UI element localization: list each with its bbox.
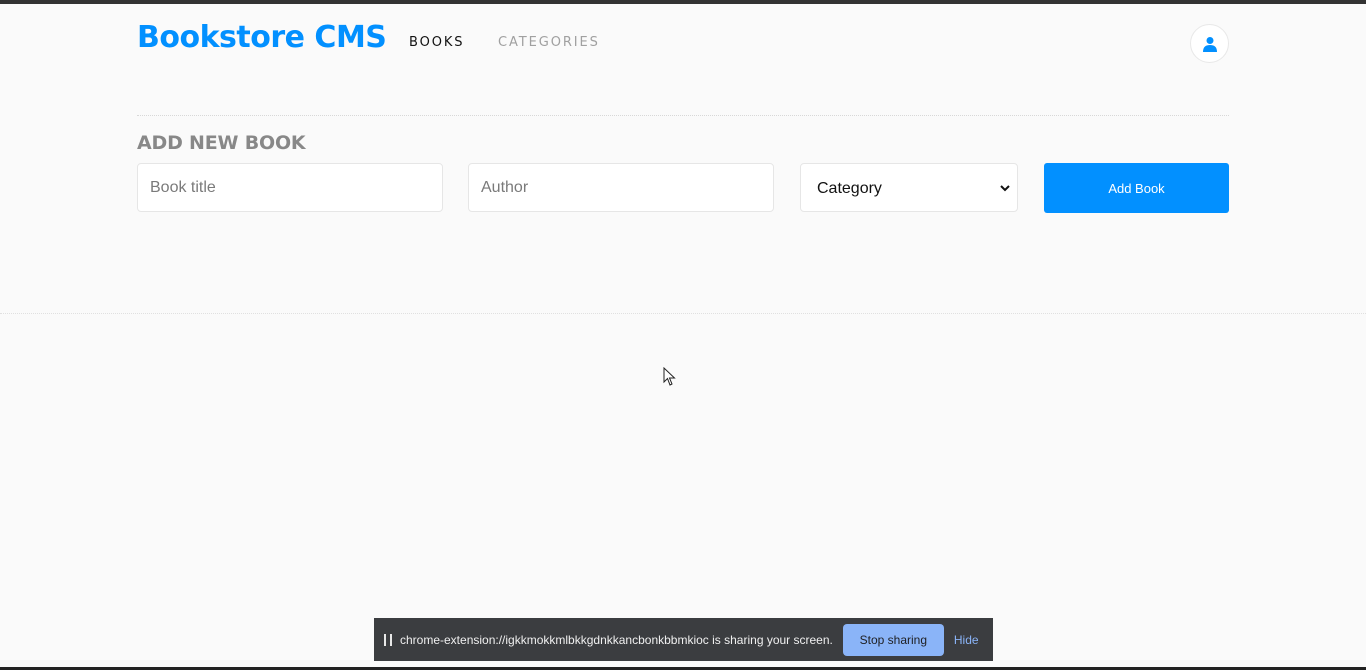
book-title-input[interactable] [137,163,443,212]
section-divider [0,313,1366,314]
header-divider [137,115,1229,116]
mouse-cursor-icon [663,367,676,386]
chevron-down-icon [1000,184,1010,191]
pause-icon [384,633,392,646]
hide-share-bar-link[interactable]: Hide [954,633,979,647]
nav-link-books[interactable]: BOOKS [409,35,464,50]
author-input[interactable] [468,163,774,212]
category-select-value: Category [817,179,882,197]
screen-share-bar: chrome-extension://igkkmokkmlbkkgdnkkanc… [374,618,993,661]
share-message: chrome-extension://igkkmokkmlbkkgdnkkanc… [400,632,833,647]
app-header: Bookstore CMS BOOKS CATEGORIES [137,16,1229,72]
user-icon [1202,36,1217,52]
brand-logo[interactable]: Bookstore CMS [137,20,387,55]
category-select[interactable]: Category [800,163,1018,212]
add-book-button[interactable]: Add Book [1044,163,1229,213]
stop-sharing-button[interactable]: Stop sharing [842,623,944,656]
nav-link-categories[interactable]: CATEGORIES [498,35,600,50]
window-top-border [0,0,1366,4]
add-book-form-title: ADD NEW BOOK [137,132,306,154]
user-profile-button[interactable] [1190,24,1229,63]
